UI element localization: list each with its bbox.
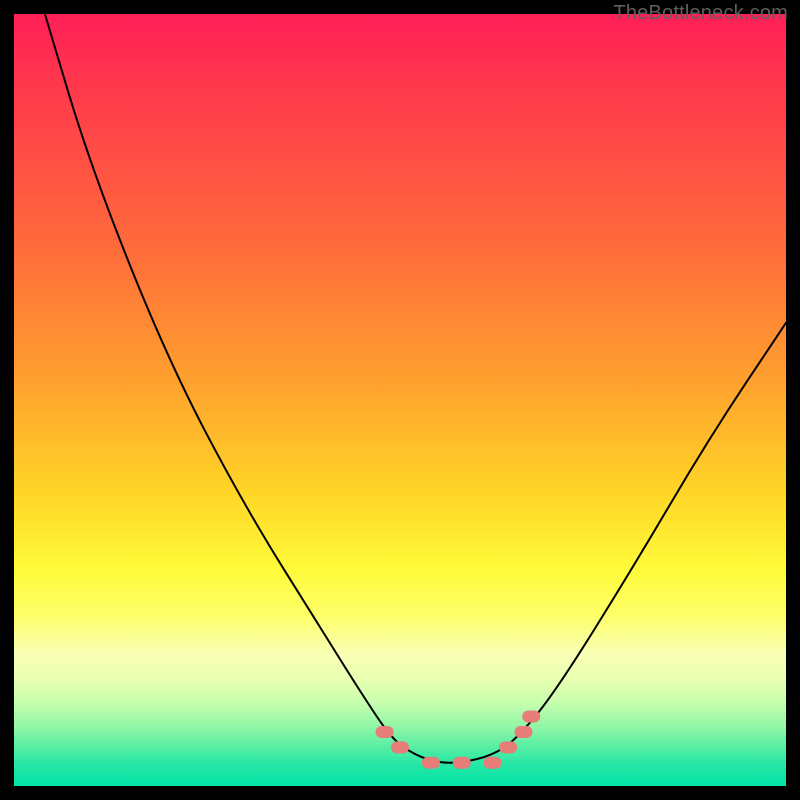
curve-marker bbox=[391, 741, 409, 753]
bottleneck-curve bbox=[45, 14, 786, 763]
curve-markers bbox=[376, 711, 541, 769]
curve-marker bbox=[453, 757, 471, 769]
curve-marker bbox=[484, 757, 502, 769]
curve-marker bbox=[376, 726, 394, 738]
curve-marker bbox=[499, 741, 517, 753]
watermark-text: TheBottleneck.com bbox=[613, 2, 788, 25]
chart-svg bbox=[14, 14, 786, 786]
plot-area bbox=[14, 14, 786, 786]
curve-marker bbox=[515, 726, 533, 738]
curve-marker bbox=[522, 711, 540, 723]
curve-marker bbox=[422, 757, 440, 769]
